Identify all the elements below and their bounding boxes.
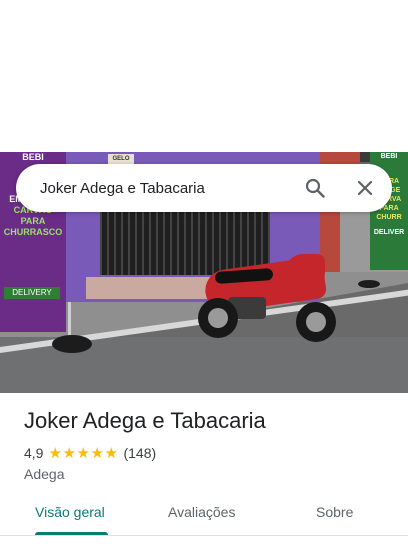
close-icon[interactable] — [354, 177, 376, 199]
star-icon: ★ — [90, 444, 104, 462]
search-input[interactable]: Joker Adega e Tabacaria — [40, 180, 304, 197]
banner-right-delivery: DELIVER — [373, 229, 405, 236]
flag-base-left — [52, 335, 92, 353]
banner-left-line-1: BEBI — [22, 152, 44, 162]
rating-row[interactable]: 4,9 ★ ★ ★ ★ ★ (148) — [24, 445, 156, 461]
motorcycle-front-wheel — [296, 302, 336, 342]
tab-reviews[interactable]: Avaliações — [168, 504, 235, 520]
tab-overview[interactable]: Visão geral — [35, 504, 105, 520]
top-blank-area — [0, 0, 408, 152]
banner-left-delivery: DELIVERY — [4, 287, 60, 299]
tab-about[interactable]: Sobre — [316, 504, 353, 520]
star-icon: ★ — [76, 444, 90, 462]
search-bar[interactable]: Joker Adega e Tabacaria — [16, 164, 392, 212]
place-tabs: Visão geral Avaliações Sobre — [0, 496, 408, 544]
review-count[interactable]: (148) — [123, 445, 156, 461]
place-title: Joker Adega e Tabacaria — [24, 408, 266, 433]
search-icon[interactable] — [304, 177, 326, 199]
star-icon: ★ — [48, 444, 62, 462]
place-category: Adega — [24, 466, 65, 482]
banner-right-line-6: CHURR — [376, 214, 402, 221]
flag-base-right — [358, 280, 380, 288]
banner-left-line-5: PARA — [20, 216, 46, 226]
ice-sign: GELO — [108, 154, 134, 164]
banner-left-line-6: CHURRASCO — [3, 227, 63, 237]
star-icon: ★ — [104, 444, 118, 462]
rating-value: 4,9 — [24, 445, 44, 461]
banner-right-line-1: BEBI — [380, 153, 398, 160]
motorcycle-rear-wheel — [198, 298, 238, 338]
tabs-divider — [0, 535, 408, 536]
star-rating: ★ ★ ★ ★ ★ — [48, 446, 118, 461]
star-icon: ★ — [62, 444, 76, 462]
